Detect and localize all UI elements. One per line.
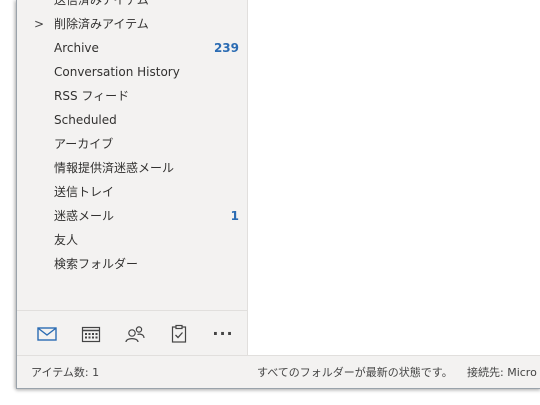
expand-chevron-icon[interactable]: >	[34, 12, 44, 36]
mail-icon	[37, 327, 57, 341]
folder-item-junk-email[interactable]: 迷惑メール 1	[17, 204, 247, 228]
folder-item-search-folders[interactable]: 検索フォルダー	[17, 252, 247, 276]
expand-chevron-icon[interactable]	[34, 156, 44, 180]
expand-chevron-icon[interactable]	[34, 132, 44, 156]
folder-label: 迷惑メール	[54, 209, 115, 223]
tasks-nav-button[interactable]	[165, 321, 193, 347]
folder-list: 送信済みアイテム > 削除済みアイテム Archive 239 Conversa…	[17, 0, 247, 276]
people-icon	[125, 326, 145, 343]
expand-chevron-icon[interactable]	[34, 84, 44, 108]
folder-label: 友人	[54, 233, 79, 247]
folder-item-friends[interactable]: 友人	[17, 228, 247, 252]
unread-count: 1	[230, 209, 239, 223]
folder-item-outbox[interactable]: 送信トレイ	[17, 180, 247, 204]
more-icon: ···	[212, 324, 234, 343]
folder-item-archive-jp[interactable]: アーカイブ	[17, 132, 247, 156]
calendar-nav-button[interactable]	[77, 321, 105, 347]
folder-label: 送信トレイ	[54, 185, 115, 199]
expand-chevron-icon[interactable]	[34, 0, 44, 12]
folder-item-archive[interactable]: Archive 239	[17, 36, 247, 60]
folder-label: 送信済みアイテム	[54, 0, 149, 7]
expand-chevron-icon[interactable]	[34, 60, 44, 84]
calendar-icon	[81, 326, 101, 343]
more-nav-button[interactable]: ···	[209, 321, 237, 347]
expand-chevron-icon[interactable]	[34, 204, 44, 228]
folder-label: 情報提供済迷惑メール	[54, 161, 175, 175]
folder-item-reported-junk[interactable]: 情報提供済迷惑メール	[17, 156, 247, 180]
expand-chevron-icon[interactable]	[34, 228, 44, 252]
mail-nav-button[interactable]	[33, 321, 61, 347]
sync-status: すべてのフォルダーが最新の状態です。	[257, 366, 453, 379]
folder-label: 削除済みアイテム	[54, 17, 149, 31]
expand-chevron-icon[interactable]	[34, 36, 44, 60]
folder-item-scheduled[interactable]: Scheduled	[17, 108, 247, 132]
folder-label: Scheduled	[54, 113, 117, 127]
reading-pane	[247, 0, 540, 355]
tasks-icon	[171, 324, 187, 343]
folder-label: 検索フォルダー	[54, 257, 139, 271]
status-bar: アイテム数: 1 すべてのフォルダーが最新の状態です。 接続先: Micro	[17, 355, 540, 388]
unread-count: 239	[213, 41, 239, 55]
folder-label: Archive	[54, 41, 99, 55]
folder-item-conversation-history[interactable]: Conversation History	[17, 60, 247, 84]
expand-chevron-icon[interactable]	[34, 108, 44, 132]
folder-item-sent-items[interactable]: 送信済みアイテム	[17, 0, 247, 12]
expand-chevron-icon[interactable]	[34, 252, 44, 276]
folder-item-rss-feeds[interactable]: RSS フィード	[17, 84, 247, 108]
folder-label: RSS フィード	[54, 89, 130, 103]
outlook-window: 送信済みアイテム > 削除済みアイテム Archive 239 Conversa…	[16, 0, 540, 389]
connection-status: 接続先: Micro	[467, 366, 537, 379]
folder-label: アーカイブ	[54, 137, 114, 151]
module-navigation-bar: ···	[17, 310, 247, 356]
expand-chevron-icon[interactable]	[34, 180, 44, 204]
folder-item-deleted-items[interactable]: > 削除済みアイテム	[17, 12, 247, 36]
people-nav-button[interactable]	[121, 321, 149, 347]
folder-label: Conversation History	[54, 65, 180, 79]
item-count-status: アイテム数: 1	[31, 366, 100, 379]
folder-pane: 送信済みアイテム > 削除済みアイテム Archive 239 Conversa…	[17, 0, 247, 310]
